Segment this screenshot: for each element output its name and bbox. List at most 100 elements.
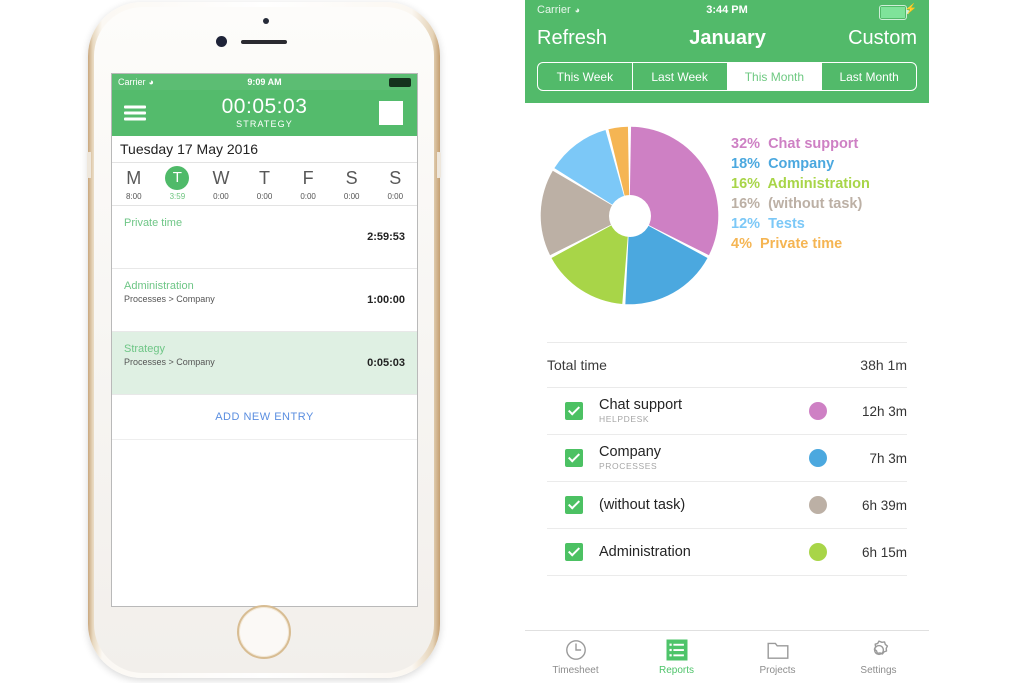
legend-item: 4% Private time <box>731 236 870 252</box>
stop-square-icon[interactable] <box>379 101 403 125</box>
charging-bolt-icon: ⚡ <box>904 4 917 15</box>
task-name: Chat support <box>599 397 683 413</box>
tab-settings[interactable]: Settings <box>828 631 929 683</box>
legend-percent: 32% <box>731 136 761 152</box>
totals-list: Total time 38h 1m Chat support HELPDESK … <box>525 342 929 576</box>
week-day-wednesday[interactable]: W 0:00 <box>199 166 243 201</box>
tab-projects[interactable]: Projects <box>727 631 828 683</box>
day-letter: S <box>345 168 358 188</box>
tab-timesheet[interactable]: Timesheet <box>525 631 626 683</box>
tab-this-month[interactable]: This Month <box>727 63 823 90</box>
task-name: (without task) <box>599 496 686 513</box>
report-status-bar: Carrier ◕ 3:44 PM ⚡ <box>525 0 929 20</box>
task-color-dot <box>809 402 827 420</box>
legend-percent: 18% <box>731 156 761 172</box>
task-color-dot <box>809 449 827 467</box>
day-hours: 0:00 <box>343 192 360 201</box>
legend-item: 18% Company <box>731 156 870 172</box>
legend-label: Chat support <box>768 136 859 152</box>
status-clock: 9:09 AM <box>247 77 282 87</box>
total-time-row: Total time 38h 1m <box>547 342 907 388</box>
tab-last-month[interactable]: Last Month <box>822 63 916 90</box>
phone-status-bar: Carrier ◕ 9:09 AM <box>112 74 417 90</box>
clock-icon <box>565 640 586 660</box>
phone-screen: Carrier ◕ 9:09 AM 00:05:03 STRATEGY Tues… <box>111 73 418 607</box>
app-top-bar: 00:05:03 STRATEGY <box>112 90 417 136</box>
front-camera-icon <box>216 36 227 47</box>
battery-full-icon <box>389 77 411 87</box>
week-strip: M 8:00 T 3:59 W 0:00 T 0:00 F 0:00 S 0:0… <box>112 163 417 206</box>
task-row[interactable]: (without task) 6h 39m <box>547 482 907 529</box>
legend-item: 16% (without task) <box>731 196 870 212</box>
task-text-group: Administration <box>599 544 809 561</box>
timesheet-entry-row[interactable]: Private time 2:59:53 <box>112 206 417 269</box>
legend-label: (without task) <box>768 196 863 212</box>
task-project: PROCESSES <box>599 461 658 471</box>
day-letter: M <box>126 168 142 188</box>
custom-range-button[interactable]: Custom <box>848 27 917 50</box>
list-icon <box>666 639 687 661</box>
phone-volume-button[interactable] <box>87 152 91 178</box>
task-row[interactable]: Chat support HELPDESK 12h 3m <box>547 388 907 435</box>
legend-percent: 4% <box>731 236 752 252</box>
tab-label: Settings <box>860 665 897 676</box>
day-hours: 0:00 <box>213 192 229 201</box>
home-button[interactable] <box>237 605 291 659</box>
task-duration: 6h 39m <box>861 497 907 513</box>
legend-percent: 16% <box>731 196 761 212</box>
week-day-tuesday[interactable]: T 3:59 <box>156 166 200 201</box>
page-title: January <box>689 26 766 49</box>
timer-value: 00:05:03 <box>221 95 308 118</box>
day-hours: 0:00 <box>387 192 404 201</box>
day-letter: F <box>302 168 314 188</box>
day-hours: 0:00 <box>256 192 273 201</box>
task-text-group: Company PROCESSES <box>599 444 809 472</box>
week-day-sunday[interactable]: S 0:00 <box>373 166 417 201</box>
legend-label: Tests <box>768 216 805 232</box>
pie-legend: 32% Chat support 18% Company 16% Adminis… <box>731 136 870 252</box>
week-day-monday[interactable]: M 8:00 <box>112 166 156 201</box>
screenshot-root: Carrier ◕ 9:09 AM 00:05:03 STRATEGY Tues… <box>0 0 1024 683</box>
legend-percent: 16% <box>731 176 761 192</box>
week-day-friday[interactable]: F 0:00 <box>286 166 330 201</box>
add-new-entry-button[interactable]: ADD NEW ENTRY <box>112 395 417 440</box>
phone-power-button[interactable] <box>437 152 441 178</box>
total-time-value: 38h 1m <box>860 357 907 373</box>
tab-this-week[interactable]: This Week <box>538 63 633 90</box>
tab-label: Timesheet <box>552 665 599 676</box>
range-segment-container: This Week Last Week This Month Last Mont… <box>525 56 929 103</box>
task-checkbox[interactable] <box>565 496 583 514</box>
status-clock: 3:44 PM <box>706 4 748 16</box>
folder-icon <box>767 642 788 659</box>
task-checkbox[interactable] <box>565 449 583 467</box>
legend-label: Administration <box>767 176 870 192</box>
entry-title: Private time <box>124 217 183 229</box>
task-project: HELPDESK <box>599 414 650 424</box>
day-letter: W <box>212 168 230 188</box>
tab-last-week[interactable]: Last Week <box>633 63 728 90</box>
day-hours: 3:59 <box>169 192 186 201</box>
task-checkbox[interactable] <box>565 402 583 420</box>
task-color-dot <box>809 543 827 561</box>
pie-chart[interactable] <box>537 123 722 308</box>
entry-duration: 2:59:53 <box>367 231 405 243</box>
tab-reports[interactable]: Reports <box>626 631 727 683</box>
task-text-group: (without task) <box>599 497 809 514</box>
task-row[interactable]: Company PROCESSES 7h 3m <box>547 435 907 482</box>
task-row[interactable]: Administration 6h 15m <box>547 529 907 576</box>
range-segmented-control[interactable]: This Week Last Week This Month Last Mont… <box>537 62 917 91</box>
task-checkbox[interactable] <box>565 543 583 561</box>
refresh-button[interactable]: Refresh <box>537 27 607 50</box>
entry-title: Strategy <box>124 343 165 355</box>
timesheet-entry-row-active[interactable]: Strategy Processes > Company 0:05:03 <box>112 332 417 395</box>
week-day-saturday[interactable]: S 0:00 <box>330 166 374 201</box>
week-day-thursday[interactable]: T 0:00 <box>243 166 287 201</box>
legend-item: 12% Tests <box>731 216 870 232</box>
bottom-tab-bar: Timesheet Reports Projects Settings <box>525 630 929 683</box>
date-header: Tuesday 17 May 2016 <box>112 136 417 163</box>
running-timer: 00:05:03 STRATEGY <box>112 96 417 130</box>
proximity-sensor-icon <box>263 18 269 24</box>
timesheet-entry-row[interactable]: Administration Processes > Company 1:00:… <box>112 269 417 332</box>
task-name: Company <box>599 444 662 460</box>
entry-duration: 1:00:00 <box>367 294 405 306</box>
